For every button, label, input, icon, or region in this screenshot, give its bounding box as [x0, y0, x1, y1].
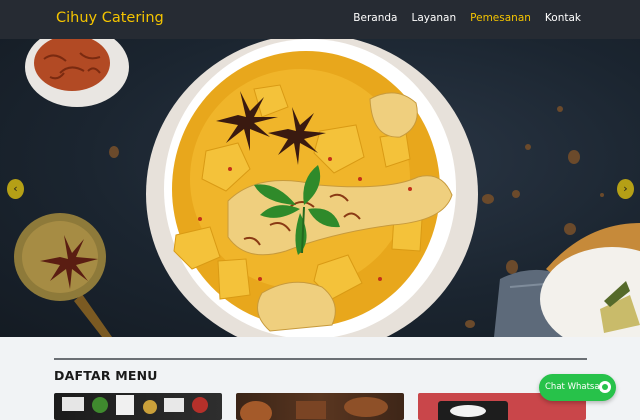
nav-link-kontak[interactable]: Kontak [545, 12, 581, 24]
nav-link-layanan[interactable]: Layanan [411, 12, 456, 24]
whatsapp-icon [599, 381, 611, 393]
nav-links: Beranda Layanan Pemesanan Kontak [353, 12, 581, 24]
menu-card-image [62, 395, 208, 415]
curry-chicken-bowl-image [14, 39, 640, 337]
navbar: Cihuy Catering Beranda Layanan Pemesanan… [0, 0, 640, 39]
nav-link-beranda[interactable]: Beranda [353, 12, 397, 24]
chevron-left-icon: ‹ [13, 182, 18, 195]
section-title: DAFTAR MENU [54, 368, 158, 383]
nav-link-pemesanan[interactable]: Pemesanan [470, 12, 531, 24]
menu-card[interactable] [54, 393, 222, 420]
carousel-next-button[interactable]: › [617, 179, 634, 199]
carousel-prev-button[interactable]: ‹ [7, 179, 24, 199]
chevron-right-icon: › [623, 182, 628, 195]
hero-carousel: ‹ › [0, 39, 640, 337]
menu-card-image [240, 397, 388, 420]
brand-logo[interactable]: Cihuy Catering [56, 10, 164, 26]
menu-card[interactable] [236, 393, 404, 420]
section-divider [54, 358, 587, 360]
chat-whatsapp-button[interactable]: Chat Whatsapp [539, 374, 616, 401]
